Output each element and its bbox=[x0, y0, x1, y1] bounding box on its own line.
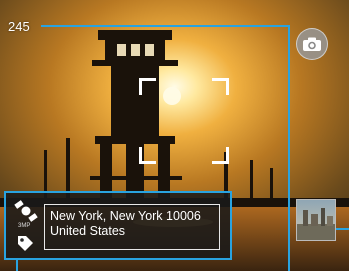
focus-brackets bbox=[139, 78, 229, 164]
location-line-1: New York, New York 10006 bbox=[50, 209, 201, 223]
callout-line-left bbox=[16, 259, 18, 271]
geotag-panel: 3MP New York, New York 10006 United Stat… bbox=[4, 191, 232, 260]
satellite-icon bbox=[14, 200, 38, 222]
tag-icon[interactable] bbox=[16, 234, 34, 252]
camera-button[interactable] bbox=[296, 28, 328, 60]
callout-line-right bbox=[288, 25, 290, 271]
focus-corner-top-left bbox=[139, 78, 156, 95]
last-photo-thumbnail[interactable] bbox=[296, 199, 336, 241]
location-line-2: United States bbox=[50, 224, 126, 238]
callout-line-top bbox=[41, 25, 289, 27]
callout-number: 245 bbox=[8, 19, 30, 34]
camera-icon bbox=[303, 37, 321, 51]
location-text-box[interactable]: New York, New York 10006 United States bbox=[44, 204, 220, 250]
focus-corner-top-right bbox=[212, 78, 229, 95]
resolution-label: 3MP bbox=[18, 223, 31, 229]
focus-corner-bottom-right bbox=[212, 147, 229, 164]
focus-corner-bottom-left bbox=[139, 147, 156, 164]
thumbnail-image bbox=[297, 200, 335, 240]
